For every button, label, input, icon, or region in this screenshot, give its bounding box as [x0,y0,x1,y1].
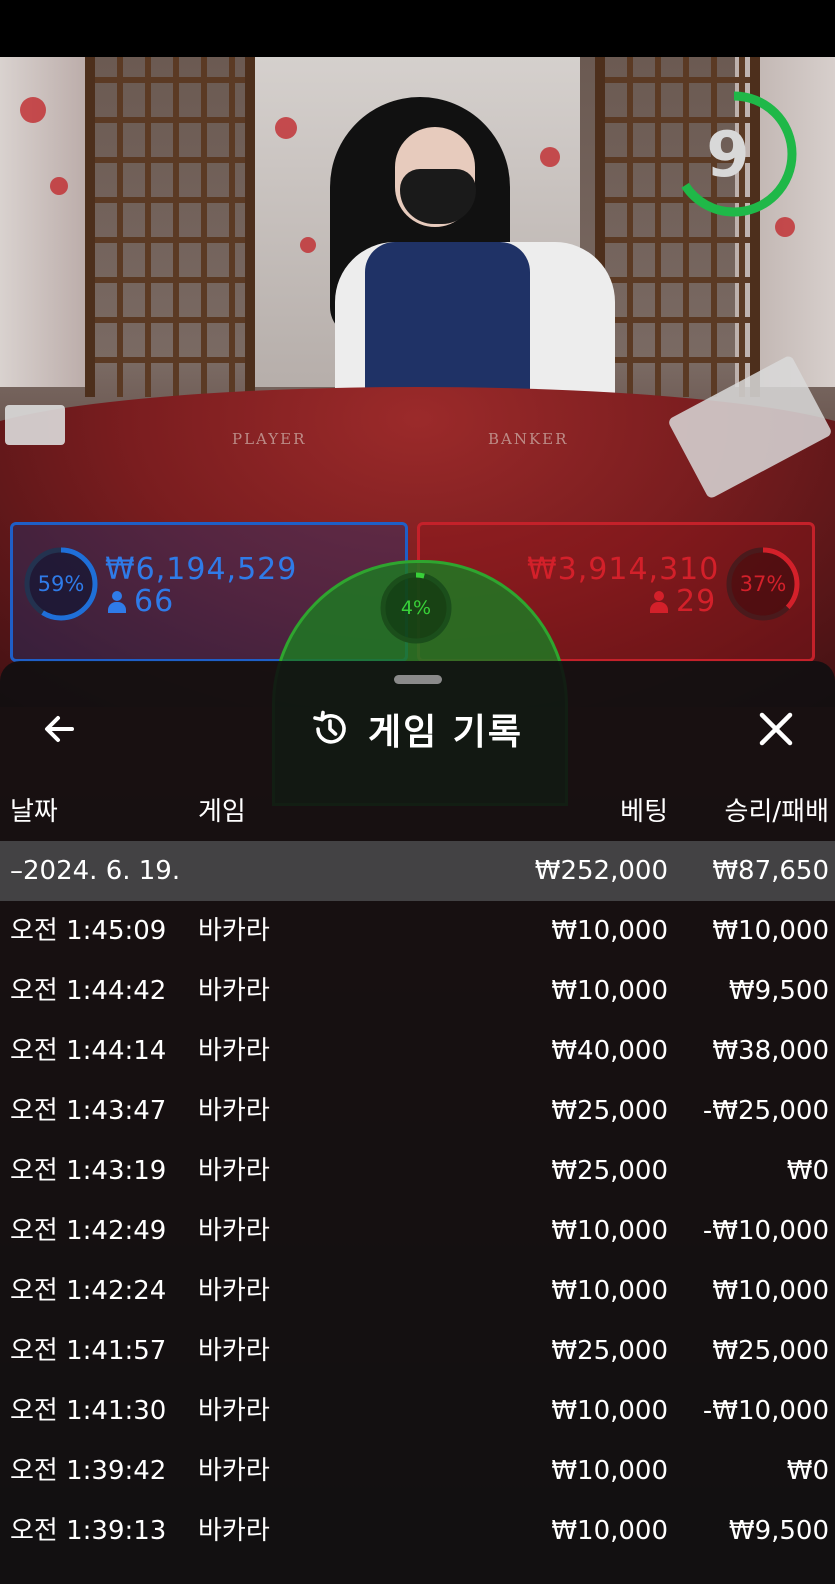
row-game: 바카라 [198,1156,270,1186]
row-game: 바카라 [198,916,270,946]
history-row[interactable]: 오전 1:39:42 바카라 ₩10,000 ₩0 [0,1441,835,1501]
row-result: ₩38,000 [712,1036,829,1066]
player-bet-amount: ₩6,194,529 [105,552,298,587]
countdown-timer-value: 9 [706,118,750,191]
table-player-label: PLAYER [232,430,307,448]
column-header-result: 승리/패배 [724,797,829,827]
row-game: 바카라 [198,1096,270,1126]
row-result: ₩9,500 [728,976,829,1006]
tie-percent: 4% [400,597,432,619]
row-bet: ₩40,000 [551,1036,668,1066]
sheet-title: 게임 기록 [368,712,524,753]
history-row[interactable]: 오전 1:42:49 바카라 ₩10,000 -₩10,000 [0,1201,835,1261]
history-row[interactable]: 오전 1:42:24 바카라 ₩10,000 ₩10,000 [0,1261,835,1321]
lattice-screen [85,57,255,397]
table-banker-label: BANKER [488,430,569,448]
row-time: 오전 1:43:19 [10,1156,167,1186]
status-bar [0,0,835,57]
date-group-row[interactable]: –2024. 6. 19. ₩252,000 ₩87,650 [0,841,835,901]
row-time: 오전 1:44:42 [10,976,167,1006]
row-time: 오전 1:39:13 [10,1516,167,1546]
history-row[interactable]: 오전 1:45:09 바카라 ₩10,000 ₩10,000 [0,901,835,961]
banker-count-value: 29 [676,584,717,619]
history-row[interactable]: 오전 1:43:47 바카라 ₩25,000 -₩25,000 [0,1081,835,1141]
history-row[interactable]: 오전 1:43:19 바카라 ₩25,000 ₩0 [0,1141,835,1201]
blossom-decoration [50,177,68,195]
blossom-decoration [275,117,297,139]
banker-count: 29 [650,584,716,619]
row-game: 바카라 [198,1276,270,1306]
row-bet: ₩10,000 [551,1456,668,1486]
back-button[interactable] [36,705,84,753]
arrow-left-icon [45,716,74,742]
row-bet: ₩10,000 [551,1216,668,1246]
row-result: ₩10,000 [712,916,829,946]
player-percent: 59% [37,572,85,596]
row-time: 오전 1:43:47 [10,1096,167,1126]
player-count-value: 66 [134,584,175,619]
game-history-sheet: 게임 기록 날짜 게임 베팅 승리/패배 –2024. 6. 19. ₩252,… [0,661,835,1584]
row-result: ₩0 [786,1456,829,1486]
history-clock-icon [313,710,346,744]
close-button[interactable] [752,705,800,753]
date-group-result-total: ₩87,650 [712,856,829,886]
history-row[interactable]: 오전 1:44:42 바카라 ₩10,000 ₩9,500 [0,961,835,1021]
column-header-bet: 베팅 [620,797,668,827]
blossom-decoration [20,97,46,123]
row-bet: ₩10,000 [551,1516,668,1546]
row-time: 오전 1:45:09 [10,916,167,946]
banker-bet-amount: ₩3,914,310 [527,552,720,587]
row-result: -₩10,000 [702,1216,829,1246]
history-row[interactable]: 오전 1:41:57 바카라 ₩25,000 ₩25,000 [0,1321,835,1381]
history-row[interactable]: 오전 1:39:13 바카라 ₩10,000 ₩9,500 [0,1501,835,1561]
row-result: -₩25,000 [702,1096,829,1126]
person-icon [650,590,668,613]
row-game: 바카라 [198,1396,270,1426]
row-bet: ₩10,000 [551,916,668,946]
row-game: 바카라 [198,976,270,1006]
row-game: 바카라 [198,1336,270,1366]
row-bet: ₩10,000 [551,976,668,1006]
row-game: 바카라 [198,1516,270,1546]
close-icon [759,712,793,746]
row-result: ₩10,000 [712,1276,829,1306]
blossom-decoration [300,237,316,253]
date-group-label: –2024. 6. 19. [10,856,181,886]
column-header-date: 날짜 [10,797,58,827]
person-icon [108,590,126,613]
row-bet: ₩25,000 [551,1336,668,1366]
row-time: 오전 1:42:49 [10,1216,167,1246]
row-game: 바카라 [198,1456,270,1486]
row-game: 바카라 [198,1216,270,1246]
row-time: 오전 1:41:57 [10,1336,167,1366]
blossom-decoration [540,147,560,167]
player-count: 66 [108,584,174,619]
row-time: 오전 1:44:14 [10,1036,167,1066]
row-game: 바카라 [198,1036,270,1066]
column-header-game: 게임 [198,797,246,827]
row-time: 오전 1:39:42 [10,1456,167,1486]
row-result: ₩0 [786,1156,829,1186]
row-result: ₩25,000 [712,1336,829,1366]
banker-percent: 37% [739,572,787,596]
date-group-bet-total: ₩252,000 [534,856,668,886]
blossom-decoration [775,217,795,237]
sheet-drag-handle[interactable] [394,675,442,684]
row-time: 오전 1:42:24 [10,1276,167,1306]
card-stack [5,405,65,445]
sheet-header: 게임 기록 [310,701,523,757]
row-bet: ₩25,000 [551,1156,668,1186]
history-row[interactable]: 오전 1:41:30 바카라 ₩10,000 -₩10,000 [0,1381,835,1441]
history-row[interactable]: 오전 1:44:14 바카라 ₩40,000 ₩38,000 [0,1021,835,1081]
row-time: 오전 1:41:30 [10,1396,167,1426]
row-result: ₩9,500 [728,1516,829,1546]
wall-panel [0,57,95,387]
row-bet: ₩25,000 [551,1096,668,1126]
row-bet: ₩10,000 [551,1276,668,1306]
row-bet: ₩10,000 [551,1396,668,1426]
row-result: -₩10,000 [702,1396,829,1426]
